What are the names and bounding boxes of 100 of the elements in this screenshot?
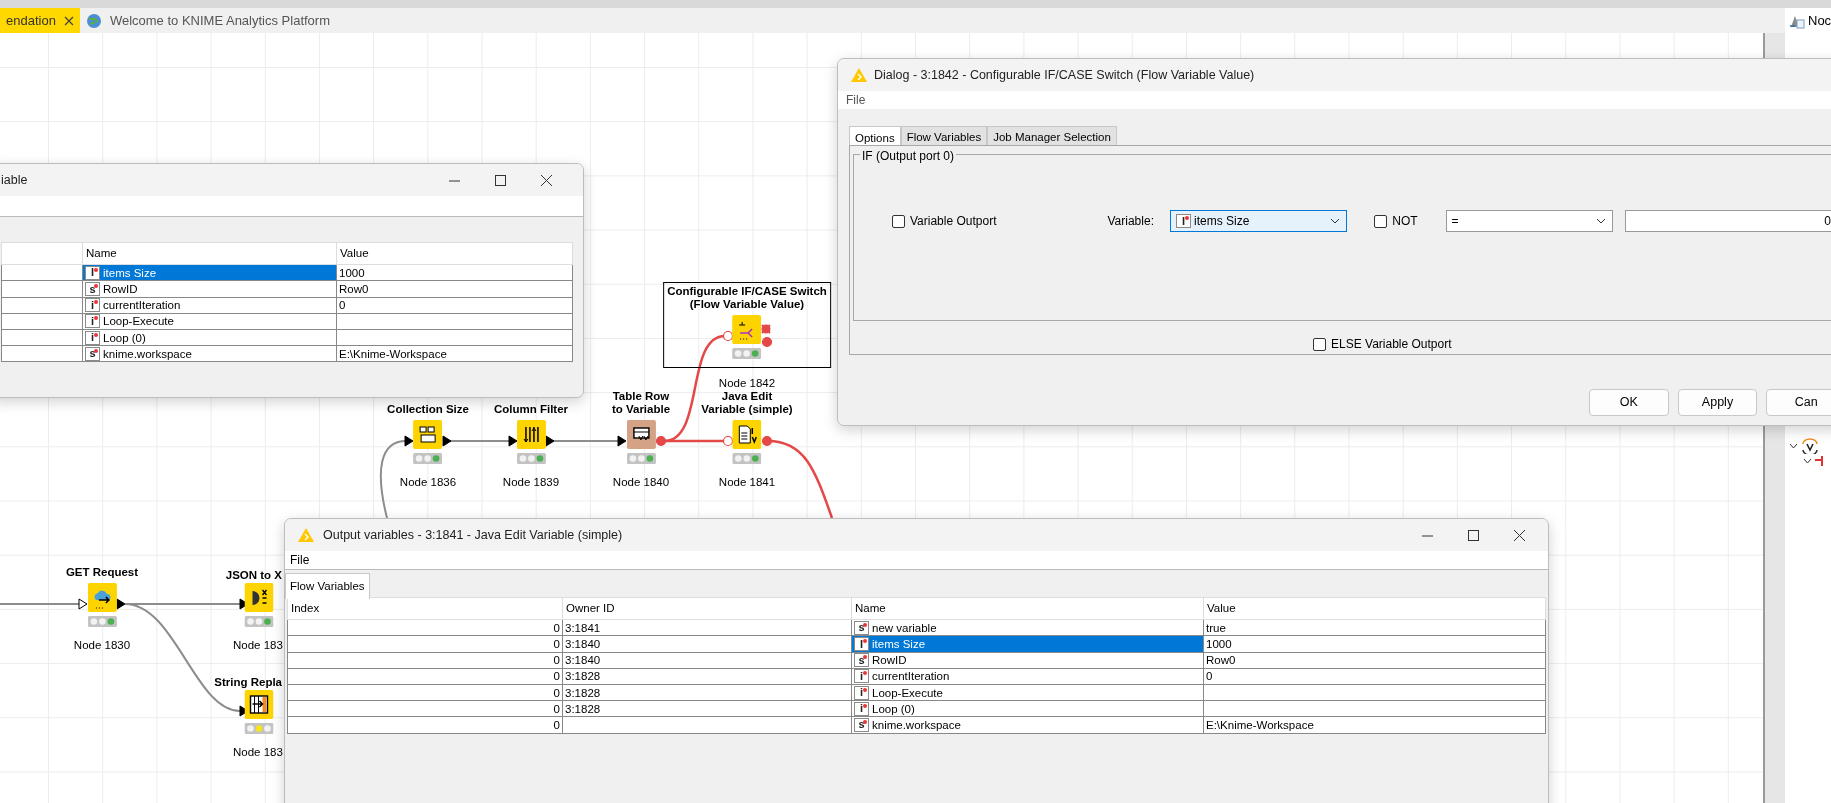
variable-type-icon: i bbox=[854, 685, 869, 700]
table-cell: 0 bbox=[287, 619, 563, 636]
operator-dropdown[interactable]: = bbox=[1445, 210, 1613, 232]
dialog-tab[interactable]: Options bbox=[849, 126, 901, 145]
close-icon[interactable] bbox=[540, 174, 552, 186]
maximize-icon[interactable] bbox=[1467, 529, 1479, 541]
node-label: Column Filter bbox=[493, 403, 569, 416]
variable-output-port-icon bbox=[761, 336, 773, 348]
close-icon[interactable] bbox=[1513, 529, 1525, 541]
node-type-icon bbox=[1815, 456, 1825, 466]
column-header: Index bbox=[287, 597, 563, 620]
table-cell: 3:1840 bbox=[562, 652, 852, 669]
document-icon[interactable] bbox=[732, 420, 762, 449]
variable-type-icon: s bbox=[854, 620, 869, 635]
window-title: iable bbox=[0, 171, 29, 189]
table-cell: 0 bbox=[287, 668, 563, 685]
connection-line bbox=[448, 440, 510, 442]
variable-type-icon: i bbox=[854, 669, 869, 684]
warning-icon bbox=[850, 67, 868, 83]
table-cell: s knime.workspace bbox=[82, 345, 337, 362]
table-cell: i Loop (0) bbox=[82, 329, 337, 346]
table-cell: 3:1841 bbox=[562, 619, 852, 636]
table-cell: E:\Knime-Workspace bbox=[1203, 716, 1546, 734]
node-label: JSON to X bbox=[225, 569, 282, 582]
table-cell: E:\Knime-Workspace bbox=[336, 345, 573, 362]
table-cell: 0 bbox=[287, 652, 563, 669]
number-input-field[interactable]: 0 bbox=[1624, 210, 1831, 232]
column-header: Name bbox=[851, 597, 1204, 620]
table-cell: s RowID bbox=[82, 280, 337, 298]
dialog-button[interactable]: Can bbox=[1766, 389, 1831, 416]
table-cell: 3:1828 bbox=[562, 668, 852, 685]
checkbox[interactable] bbox=[1313, 337, 1326, 351]
dialog-tab[interactable]: Job Manager Selection bbox=[987, 126, 1117, 145]
table-cell: 3:1828 bbox=[562, 700, 852, 717]
converter-icon[interactable] bbox=[244, 583, 274, 612]
table-cell: 3:1840 bbox=[562, 635, 852, 653]
connection-line bbox=[551, 440, 620, 442]
variable-type-icon: i bbox=[85, 298, 100, 313]
table-cell: Row0 bbox=[1203, 652, 1546, 669]
table-cell: 1000 bbox=[1203, 635, 1546, 653]
node-label: Configurable IF/CASE Switch (Flow Variable Value) bbox=[667, 285, 827, 311]
node-id-label: Node 1840 bbox=[611, 475, 671, 490]
table-cell: i currentIteration bbox=[82, 297, 337, 314]
close-icon[interactable] bbox=[63, 15, 74, 26]
dialog-button[interactable]: Apply bbox=[1677, 389, 1758, 416]
node-id-label: Node 1839 bbox=[501, 475, 561, 490]
node-id-label: Node 1830 bbox=[72, 638, 132, 653]
editor-tab[interactable]: Welcome to KNIME Analytics Platform bbox=[79, 8, 336, 33]
checkbox[interactable] bbox=[892, 214, 905, 228]
window-tab[interactable]: Flow Variables bbox=[285, 573, 370, 600]
variable-loop-icon bbox=[1801, 438, 1819, 454]
checkbox[interactable] bbox=[1374, 214, 1388, 228]
chevron-icon bbox=[1330, 218, 1341, 224]
column-header: Value bbox=[1203, 597, 1546, 620]
variable-dropdown[interactable]: I items Size bbox=[1170, 210, 1348, 232]
variable-type-icon: i bbox=[854, 701, 869, 716]
warning-icon bbox=[297, 527, 315, 543]
column-filter-icon[interactable] bbox=[516, 420, 546, 449]
table-cell: s new variable bbox=[851, 619, 1204, 636]
table-cell: 0 bbox=[336, 297, 573, 314]
table-cell: 0 bbox=[1203, 668, 1546, 685]
node-id-label: Node 1842 bbox=[717, 376, 777, 391]
field-label: Variable: bbox=[1107, 213, 1154, 230]
table-cell: 0 bbox=[287, 635, 563, 653]
dialog-button[interactable]: OK bbox=[1589, 389, 1669, 416]
node-label: Table Row to Variable bbox=[611, 390, 671, 416]
port-arrow-icon bbox=[508, 435, 518, 447]
node-label: Collection Size bbox=[387, 403, 469, 416]
list-size-icon[interactable] bbox=[413, 420, 443, 449]
table-cell: Row0 bbox=[336, 280, 573, 298]
window-title: Dialog - 3:1842 - Configurable IF/CASE Switch (Flow Variable Value) bbox=[874, 66, 1256, 84]
table-row-icon[interactable] bbox=[626, 420, 656, 449]
editor-tab[interactable]: endation bbox=[0, 8, 80, 33]
variable-input-port-icon bbox=[722, 330, 734, 342]
table-cell: 3:1828 bbox=[562, 684, 852, 701]
node-id-label: Node 183 bbox=[233, 638, 283, 653]
node-id-label: Node 1836 bbox=[398, 475, 458, 490]
branch-arrows-icon[interactable] bbox=[732, 315, 762, 344]
table-cell: s knime.workspace bbox=[851, 716, 1204, 734]
checkbox-label: Variable Outport bbox=[910, 213, 997, 230]
variable-type-icon: i bbox=[85, 314, 100, 329]
variable-type-icon: I bbox=[854, 637, 869, 652]
variable-type-icon: s bbox=[854, 717, 869, 732]
table-cell: 1000 bbox=[336, 264, 573, 281]
globe-icon bbox=[85, 12, 102, 29]
variable-output-port-icon bbox=[655, 435, 667, 447]
port-arrow-icon bbox=[545, 435, 555, 447]
variable-type-icon: s bbox=[85, 282, 100, 297]
table-cell: i Loop-Execute bbox=[82, 313, 337, 330]
port-arrow-icon bbox=[116, 598, 126, 610]
table-cell: 0 bbox=[287, 716, 563, 734]
menu-item[interactable]: File bbox=[846, 91, 866, 109]
column-header: Value bbox=[336, 242, 573, 265]
table-cell: true bbox=[1203, 619, 1546, 636]
menu-item[interactable]: File bbox=[290, 551, 310, 569]
dialog-tab[interactable]: Flow Variables bbox=[900, 126, 988, 145]
node-label: String Repla bbox=[214, 676, 282, 689]
table-cell: s RowID bbox=[851, 652, 1204, 669]
maximize-icon[interactable] bbox=[494, 174, 506, 186]
variable-type-icon: s bbox=[85, 346, 100, 361]
